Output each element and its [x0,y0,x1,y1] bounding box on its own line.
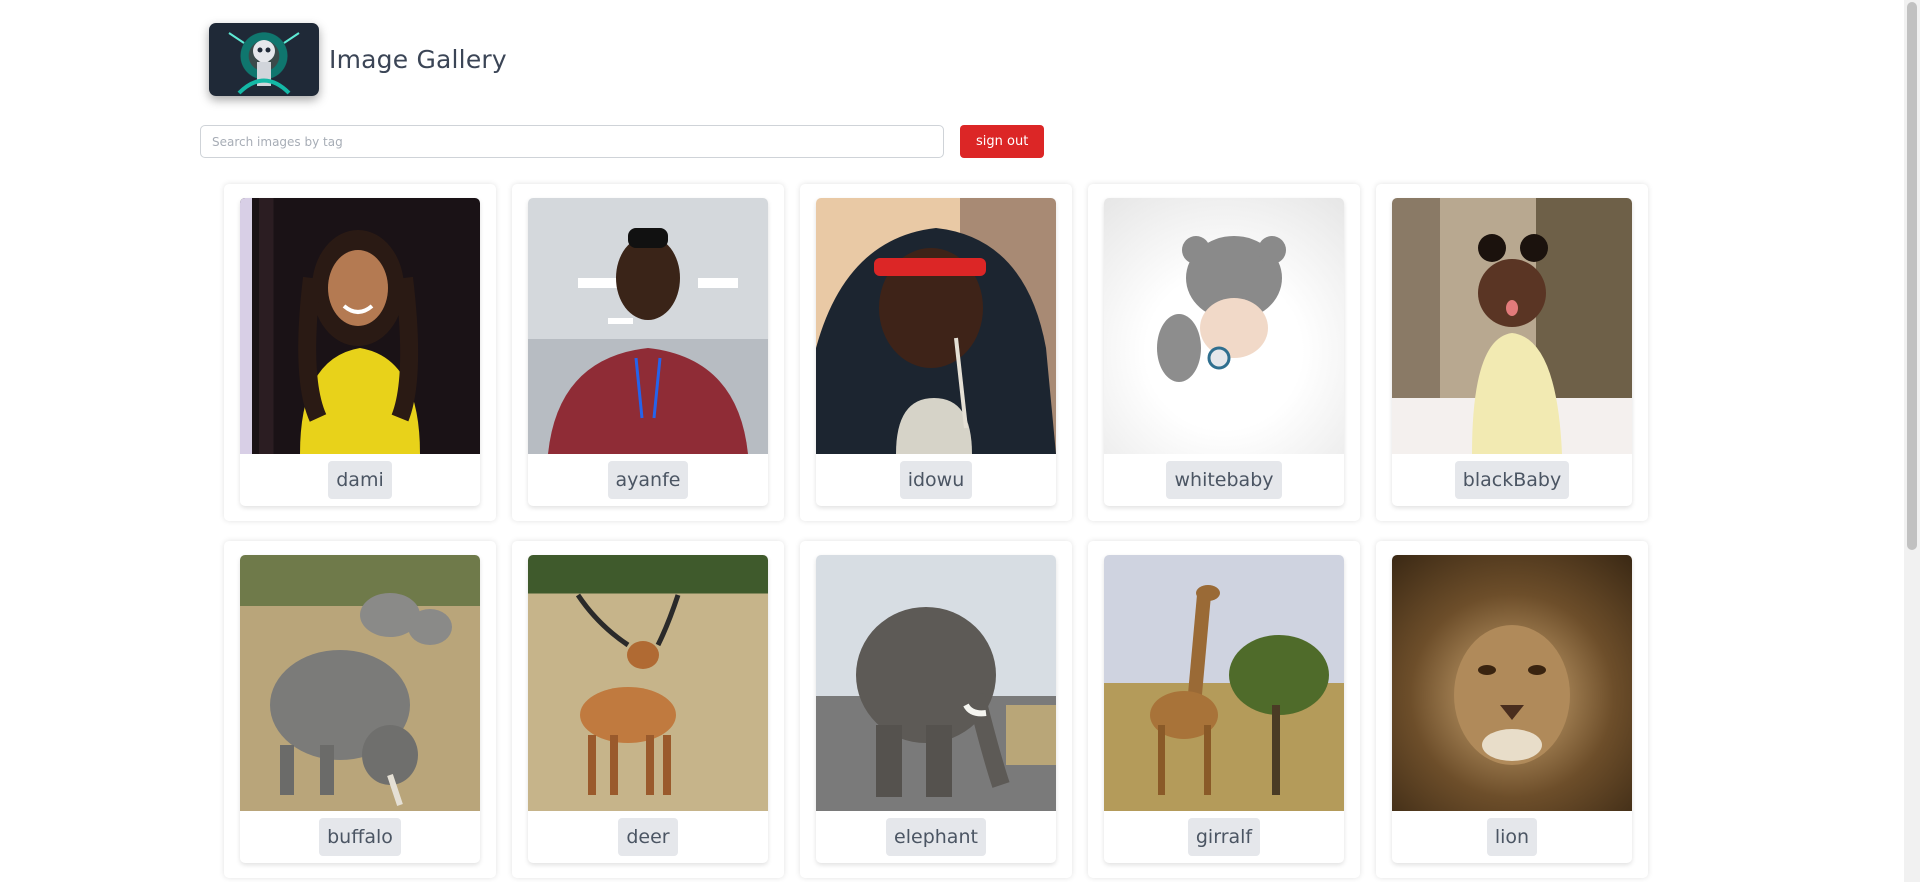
photo-baby-icon[interactable] [1392,198,1632,454]
vertical-scrollbar[interactable] [1904,0,1920,882]
image-tag: blackBaby [1454,461,1570,499]
image-card[interactable]: idowu [800,184,1072,521]
image-card[interactable]: lion [1376,541,1648,878]
page-title: Image Gallery [329,44,507,74]
image-card[interactable]: dami [224,184,496,521]
photo-animal-icon[interactable] [1392,555,1632,811]
image-tag: deer [618,818,678,856]
image-tag: elephant [886,818,986,856]
search-input[interactable] [200,125,944,158]
photo-animal-icon[interactable] [528,555,768,811]
image-tag: girralf [1187,818,1261,856]
photo-person-icon[interactable] [816,198,1056,454]
photo-person-icon[interactable] [240,198,480,454]
sign-out-button[interactable]: sign out [960,125,1045,158]
image-tag: dami [328,461,392,499]
image-tag: buffalo [319,818,401,856]
photo-animal-icon[interactable] [1104,555,1344,811]
app-header: Image Gallery [209,22,507,96]
image-grid: dami ayanfe idowu whitebaby blackBaby bu… [224,184,1648,878]
toolbar: sign out [200,125,1045,158]
image-card[interactable]: girralf [1088,541,1360,878]
photo-baby-icon[interactable] [1104,198,1344,454]
image-card[interactable]: buffalo [224,541,496,878]
scrollbar-thumb[interactable] [1907,2,1917,550]
image-card[interactable]: whitebaby [1088,184,1360,521]
image-tag: idowu [899,461,973,499]
image-tag: whitebaby [1166,461,1282,499]
logo [209,22,319,96]
image-tag: ayanfe [607,461,689,499]
photo-animal-icon[interactable] [240,555,480,811]
photo-person-icon[interactable] [528,198,768,454]
image-card[interactable]: blackBaby [1376,184,1648,521]
image-card[interactable]: elephant [800,541,1072,878]
image-tag: lion [1486,818,1538,856]
image-card[interactable]: deer [512,541,784,878]
photo-animal-icon[interactable] [816,555,1056,811]
skull-emblem-icon [228,31,300,94]
image-card[interactable]: ayanfe [512,184,784,521]
